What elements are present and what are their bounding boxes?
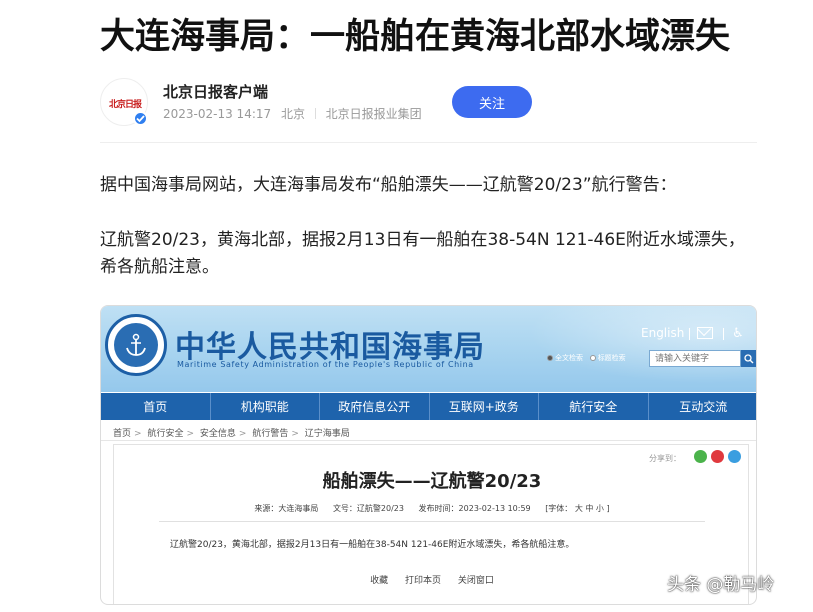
verified-badge-icon xyxy=(133,111,148,126)
share-label: 分享到： xyxy=(649,454,681,463)
header-divider xyxy=(100,142,757,143)
follow-button[interactable]: 关注 xyxy=(452,86,532,118)
article-meta: 2023-02-13 14:17 北京 北京日报报业集团 xyxy=(163,105,428,122)
author-name[interactable]: 北京日报客户端 xyxy=(163,81,268,102)
publish-date: 2023-02-13 14:17 xyxy=(163,107,272,121)
avatar-logo: 北京日报 xyxy=(108,99,142,110)
breadcrumb-item[interactable]: 安全信息 xyxy=(200,429,236,439)
notice-publish-time: 发布时间：2023-02-13 10:59 xyxy=(418,504,531,513)
notice-meta: 来源：大连海事局 文号：辽航警20/23 发布时间：2023-02-13 10:… xyxy=(114,503,750,514)
site-nav: 首页 机构职能 政府信息公开 互联网+政务 航行安全 互动交流 xyxy=(101,393,757,420)
notice-body: 辽航警20/23，黄海北部，据报2月13日有一船舶在38-54N 121-46E… xyxy=(170,540,575,550)
search-scope-fulltext[interactable]: 全文检索 xyxy=(547,354,583,362)
breadcrumb-item[interactable]: 航行安全 xyxy=(147,429,183,439)
site-title-en: Maritime Safety Administration of the Pe… xyxy=(177,360,474,369)
notice-actions: 收藏 打印本页 关闭窗口 xyxy=(114,573,750,586)
notice-source: 来源：大连海事局 xyxy=(254,504,319,513)
search-scope-title[interactable]: 标题检索 xyxy=(589,354,626,362)
nav-item-gov-info[interactable]: 政府信息公开 xyxy=(320,393,430,420)
print-link[interactable]: 打印本页 xyxy=(405,576,441,586)
breadcrumb-item[interactable]: 首页 xyxy=(113,429,131,439)
radio-icon xyxy=(589,355,596,361)
nav-item-functions[interactable]: 机构职能 xyxy=(211,393,320,420)
search-input[interactable] xyxy=(649,350,741,367)
search-scope-options: 全文检索 标题检索 xyxy=(547,353,626,363)
breadcrumb: 首页 > 航行安全 > 安全信息 > 航行警告 > 辽宁海事局 xyxy=(113,429,350,439)
publisher-organization: 北京日报报业集团 xyxy=(325,107,422,121)
notice-doc-no: 文号：辽航警20/23 xyxy=(332,504,404,513)
site-banner: 中华人民共和国海事局 Maritime Safety Administratio… xyxy=(101,306,756,392)
search-button[interactable] xyxy=(741,350,756,367)
accessibility-icon[interactable]: ♿ xyxy=(731,326,745,341)
qq-share-icon[interactable] xyxy=(728,450,741,463)
favorite-link[interactable]: 收藏 xyxy=(370,576,388,586)
close-window-link[interactable]: 关闭窗口 xyxy=(458,576,494,586)
mail-icon[interactable] xyxy=(697,327,713,339)
english-link[interactable]: English xyxy=(641,326,684,340)
nav-item-nav-safety[interactable]: 航行安全 xyxy=(539,393,649,420)
meta-divider xyxy=(314,108,316,119)
search-icon xyxy=(744,353,754,363)
font-size-selector[interactable]: [字体： 大 中 小 ] xyxy=(545,504,609,513)
author-row: 北京日报 北京日报客户端 2023-02-13 14:17 北京 北京日报报业集… xyxy=(100,78,760,128)
weibo-share-icon[interactable] xyxy=(711,450,724,463)
article-paragraph: 据中国海事局网站，大连海事局发布“船舶漂失——辽航警20/23”航行警告： xyxy=(100,175,677,195)
notice-title: 船舶漂失——辽航警20/23 xyxy=(322,471,542,492)
radio-selected-icon xyxy=(547,355,553,361)
publish-location: 北京 xyxy=(280,107,305,121)
notice-document: 分享到： 船舶漂失——辽航警20/23 来源：大连海事局 文号：辽航警20/23… xyxy=(113,444,750,604)
nav-item-e-gov[interactable]: 互联网+政务 xyxy=(430,393,539,420)
watermark: 头条 @勒马岭 xyxy=(667,575,775,595)
msa-emblem-icon xyxy=(105,314,167,376)
wechat-share-icon[interactable] xyxy=(694,450,707,463)
nav-item-interaction[interactable]: 互动交流 xyxy=(649,393,757,420)
article-title: 大连海事局：一船舶在黄海北部水域漂失 xyxy=(100,17,731,57)
article-paragraph: 辽航警20/23，黄海北部，据报2月13日有一船舶在38-54N 121-46E… xyxy=(100,230,745,277)
breadcrumb-item[interactable]: 航行警告 xyxy=(252,429,288,439)
nav-item-home[interactable]: 首页 xyxy=(101,393,211,420)
breadcrumb-item[interactable]: 辽宁海事局 xyxy=(305,429,350,439)
embedded-screenshot[interactable]: 中华人民共和国海事局 Maritime Safety Administratio… xyxy=(100,305,757,605)
